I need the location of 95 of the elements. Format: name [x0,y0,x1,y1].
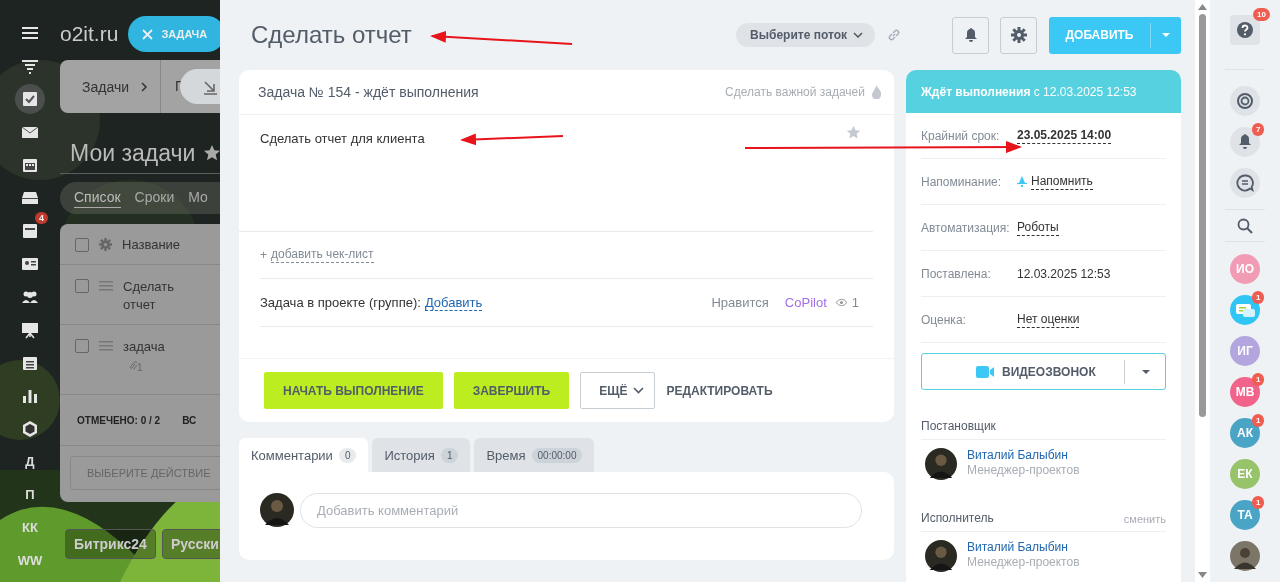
action-button[interactable]: ЗАВЕРШИТЬ [453,372,570,409]
gear-icon [1010,27,1027,43]
close-icon [142,28,154,40]
add-project-link[interactable]: Добавить [424,294,483,311]
scroll-down-icon[interactable] [1198,572,1207,578]
bell-icon [1237,133,1253,151]
caret-icon [1161,32,1171,38]
paperclip-icon [129,361,137,371]
checkbox[interactable] [75,339,89,353]
role-title: Постановщик [921,419,996,433]
view-tab[interactable]: Список [74,188,121,208]
role-title: Исполнитель [921,511,994,525]
nav-letter[interactable]: П [21,485,39,504]
flow-select[interactable]: Выберите поток [736,23,875,47]
selected-counter: ОТМЕЧЕНО: 0 / 2 [77,414,161,426]
counter-badge: 1 [1252,495,1265,509]
scrollbar-thumb[interactable] [1199,14,1206,417]
counter-badge: 1 [1252,413,1265,427]
person-position: Менеджер-проектов [967,555,1080,569]
edit-button[interactable]: РЕДАКТИРОВАТЬ [666,372,773,409]
counter-badge: 7 [1252,122,1265,136]
task-number: Задача № 154 - ждёт выполнения [258,84,480,100]
drag-handle-icon[interactable] [99,281,113,291]
footer-text: ВС [182,414,197,426]
status-banner: Ждёт выполнения с 12.03.2025 12:53 [906,70,1181,113]
field-link[interactable]: Нет оценки [1017,311,1080,328]
page-title: Мои задачи [70,139,196,167]
task-title[interactable]: задача [123,338,183,356]
chevron-icon [633,387,645,394]
counter-badge: 1 [1252,290,1265,304]
checkbox[interactable] [75,279,89,293]
checkbox[interactable] [75,237,89,252]
scroll-up-icon[interactable] [1198,4,1207,10]
caret-icon [1141,368,1151,375]
drag-handle-icon[interactable] [99,341,113,351]
field-value: 12.03.2025 12:53 [1017,266,1111,281]
comment-input[interactable]: Добавить комментарий [300,493,862,528]
important-link[interactable]: Сделать важной задачей [725,85,865,99]
view-tab[interactable]: Сроки [134,189,175,207]
tab[interactable]: Комментарии 0 [239,438,369,472]
toolbar-button[interactable] [1230,85,1260,116]
field-label: Автоматизация: [921,220,1011,235]
nav-letter[interactable]: WW [13,551,47,570]
action-button[interactable]: НАЧАТЬ ВЫПОЛНЕНИЕ [264,372,443,409]
task-description: Сделать отчет для клиента [260,131,425,148]
copilot-link[interactable]: CoPilot [784,295,827,310]
deadline-link[interactable]: 23.05.2025 14:00 [1017,127,1112,144]
video-call-button[interactable]: ВИДЕОЗВОНОК [921,353,1166,390]
brand-button[interactable]: Битрикс24 [65,529,156,559]
like-link[interactable]: Нравится [711,295,769,310]
notification-button[interactable] [952,16,989,54]
plus-sign: + [260,248,267,262]
help-button[interactable] [1230,15,1260,45]
portal-logo[interactable]: o2it.ru [60,22,119,46]
eye-icon [834,298,848,307]
field-label: Поставлена: [921,266,992,281]
question-icon [1237,22,1253,38]
person-name[interactable]: Виталий Балыбин [967,448,1080,462]
field-label: Оценка: [921,312,967,327]
view-count: 1 [851,295,859,310]
star-icon[interactable] [846,125,861,140]
field-link[interactable]: Роботы [1017,219,1059,236]
chevron-icon [141,81,148,92]
view-tab[interactable]: Мо [188,189,208,207]
task-title[interactable]: Сделать отчет [123,278,183,314]
column-header: Название [122,236,181,252]
person-name[interactable]: Виталий Балыбин [967,540,1080,554]
nav-icon[interactable] [15,83,45,114]
change-link[interactable]: сменить [1123,513,1166,525]
counter-badge: 1 [1252,372,1265,386]
task-title: Сделать отчет [251,21,412,49]
toolbar-button[interactable] [1230,167,1260,198]
counter-badge: 10 [1253,8,1270,21]
more-button[interactable]: ЕЩЁ [580,372,656,409]
nav-letter[interactable]: КК [18,518,42,537]
person-position: Менеджер-проектов [967,463,1080,477]
settings-button[interactable] [1000,16,1037,54]
toolbar-button[interactable] [1230,126,1260,157]
add-checklist-link[interactable]: добавить чек-лист [271,247,374,263]
field-label: Крайний срок: [921,128,1001,143]
tab[interactable]: История 1 [372,438,471,472]
video-camera-icon [976,365,994,378]
chat-bubble-icon[interactable] [1230,294,1260,325]
field-label: Напоминание: [921,174,1003,189]
nav-letter[interactable]: Д [21,452,39,471]
project-label: Задача в проекте (группе): [260,295,421,310]
breadcrumb-link[interactable]: Задачи [60,78,129,95]
tab[interactable]: Время 00:00:00 [474,438,595,472]
bell-icon [1017,176,1027,187]
chevron-icon [853,32,863,38]
chat-icon [1236,173,1254,192]
arrow-icon [202,78,218,95]
star-icon[interactable] [203,144,220,162]
reminder-link[interactable]: Напомнить [1031,173,1093,190]
search-icon[interactable] [1237,218,1253,235]
